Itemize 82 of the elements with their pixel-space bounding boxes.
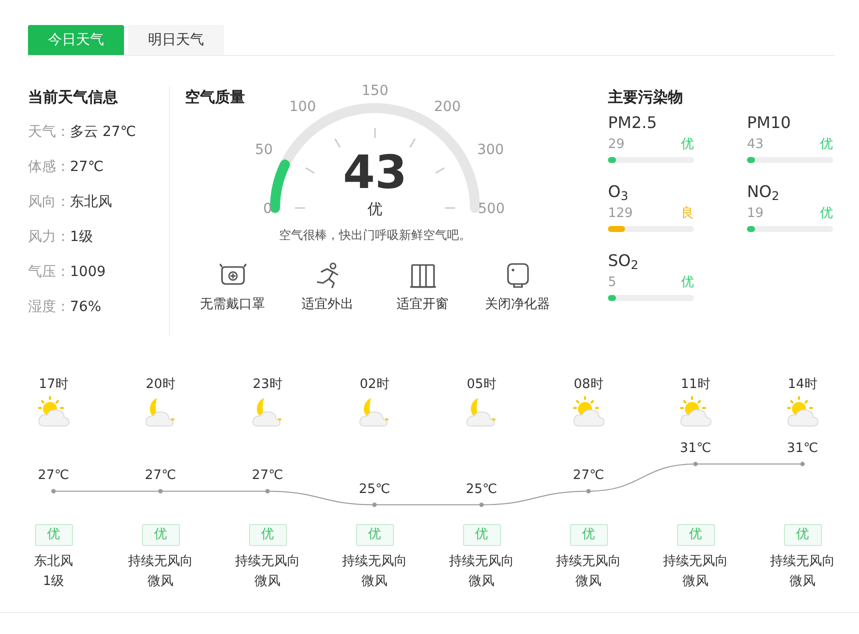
info-label: 风力： (28, 229, 70, 245)
tip-label: 无需戴口罩 (200, 296, 265, 314)
wind-text: 持续无风向 微风 (770, 553, 835, 591)
info-value: 1009 (70, 264, 106, 280)
pollutant-grade: 优 (681, 136, 694, 154)
hour-label: 11时 (680, 376, 710, 394)
pollutant-name: PM2.5 (608, 112, 658, 134)
aqi-badge: 优 (784, 524, 822, 546)
window-icon (408, 262, 438, 289)
gauge-tick-label: 0 (263, 201, 272, 217)
pollutant-grade: 优 (820, 205, 833, 223)
wind-text: 持续无风向 微风 (449, 553, 514, 591)
wind-text: 东北风 1级 (34, 553, 73, 591)
pollutant-grade: 优 (681, 274, 694, 292)
section-title: 空气质量 (185, 87, 245, 108)
pollutant-value: 43 (747, 136, 764, 154)
hour-label: 08时 (574, 376, 604, 394)
gauge-tick-label: 100 (289, 98, 316, 115)
temperature-label: 27℃ (38, 468, 70, 484)
aqi-badge: 优 (356, 524, 394, 546)
aqi-badge: 优 (248, 524, 286, 546)
info-label: 气压： (28, 264, 70, 280)
gauge-tick-label: 500 (478, 201, 505, 217)
info-value: 27℃ (70, 159, 104, 175)
wind-text: 持续无风向 微风 (556, 553, 621, 591)
tip-label: 适宜外出 (302, 296, 354, 314)
info-label: 湿度： (28, 299, 70, 315)
hour-label: 02时 (360, 376, 390, 394)
aqi-value: 43 (343, 145, 407, 199)
gauge-tick-label: 150 (362, 84, 388, 99)
temperature-label: 31℃ (680, 441, 712, 456)
pollutant-value: 19 (747, 205, 764, 223)
info-label: 体感： (28, 159, 70, 175)
pollutant-name: PM10 (747, 112, 792, 134)
pollutant-value: 129 (608, 205, 633, 223)
sun-cloud-icon (784, 394, 820, 428)
info-label: 风向： (28, 194, 70, 210)
pollutant-grade: 优 (820, 136, 833, 154)
gauge-tick-label: 300 (477, 142, 504, 158)
info-value: 东北风 (70, 194, 112, 210)
pollutant-name: SO$_{2}$ (608, 250, 640, 272)
hour-label: 05时 (466, 376, 496, 394)
gauge-tick-label: 200 (434, 98, 461, 115)
temperature-label: 27℃ (572, 468, 604, 484)
temperature-label: 27℃ (252, 468, 284, 484)
pollutant-name: O$_{3}$ (608, 181, 630, 203)
temperature-label: 25℃ (466, 482, 498, 497)
sun-cloud-icon (570, 394, 606, 428)
info-label: 天气： (28, 124, 70, 140)
sun-cloud-icon (678, 394, 714, 428)
pollutant-name: NO$_{2}$ (747, 181, 780, 203)
temperature-label: 27℃ (144, 468, 176, 484)
aqi-badge: 优 (570, 524, 608, 546)
pollutant-grade: 良 (681, 205, 694, 223)
tip-label: 关闭净化器 (485, 296, 550, 314)
advice-text: 空气很棒，快出门呼吸新鲜空气吧。 (278, 227, 472, 244)
tab[interactable]: 明日天气 (128, 25, 224, 55)
aqi-badge: 优 (676, 524, 714, 546)
hour-label: 23时 (252, 376, 282, 394)
hour-label: 17时 (38, 376, 68, 394)
aqi-badge: 优 (462, 524, 500, 546)
aqi-badge: 优 (34, 524, 72, 546)
wind-text: 持续无风向 微风 (128, 553, 193, 591)
temperature-label: 25℃ (358, 482, 390, 497)
info-value: 1级 (70, 229, 93, 245)
aqi-grade: 优 (368, 200, 382, 218)
section-title: 当前天气信息 (28, 87, 118, 108)
pollutant-value: 29 (608, 136, 625, 154)
aqi-badge: 优 (142, 524, 180, 546)
section-title: 主要污染物 (608, 87, 683, 108)
sun-cloud-icon (36, 394, 72, 428)
hour-label: 20时 (146, 376, 176, 394)
temperature-label: 31℃ (786, 441, 818, 456)
wind-text: 持续无风向 微风 (235, 553, 300, 591)
wind-text: 持续无风向 微风 (342, 553, 407, 591)
pollutant-value: 5 (608, 274, 616, 292)
wind-text: 持续无风向 微风 (663, 553, 728, 591)
gauge-tick-label: 50 (254, 142, 273, 158)
info-value: 多云 27℃ (70, 124, 136, 140)
hour-label: 14时 (788, 376, 818, 394)
info-value: 76% (70, 299, 102, 315)
tip-label: 适宜开窗 (396, 296, 448, 314)
